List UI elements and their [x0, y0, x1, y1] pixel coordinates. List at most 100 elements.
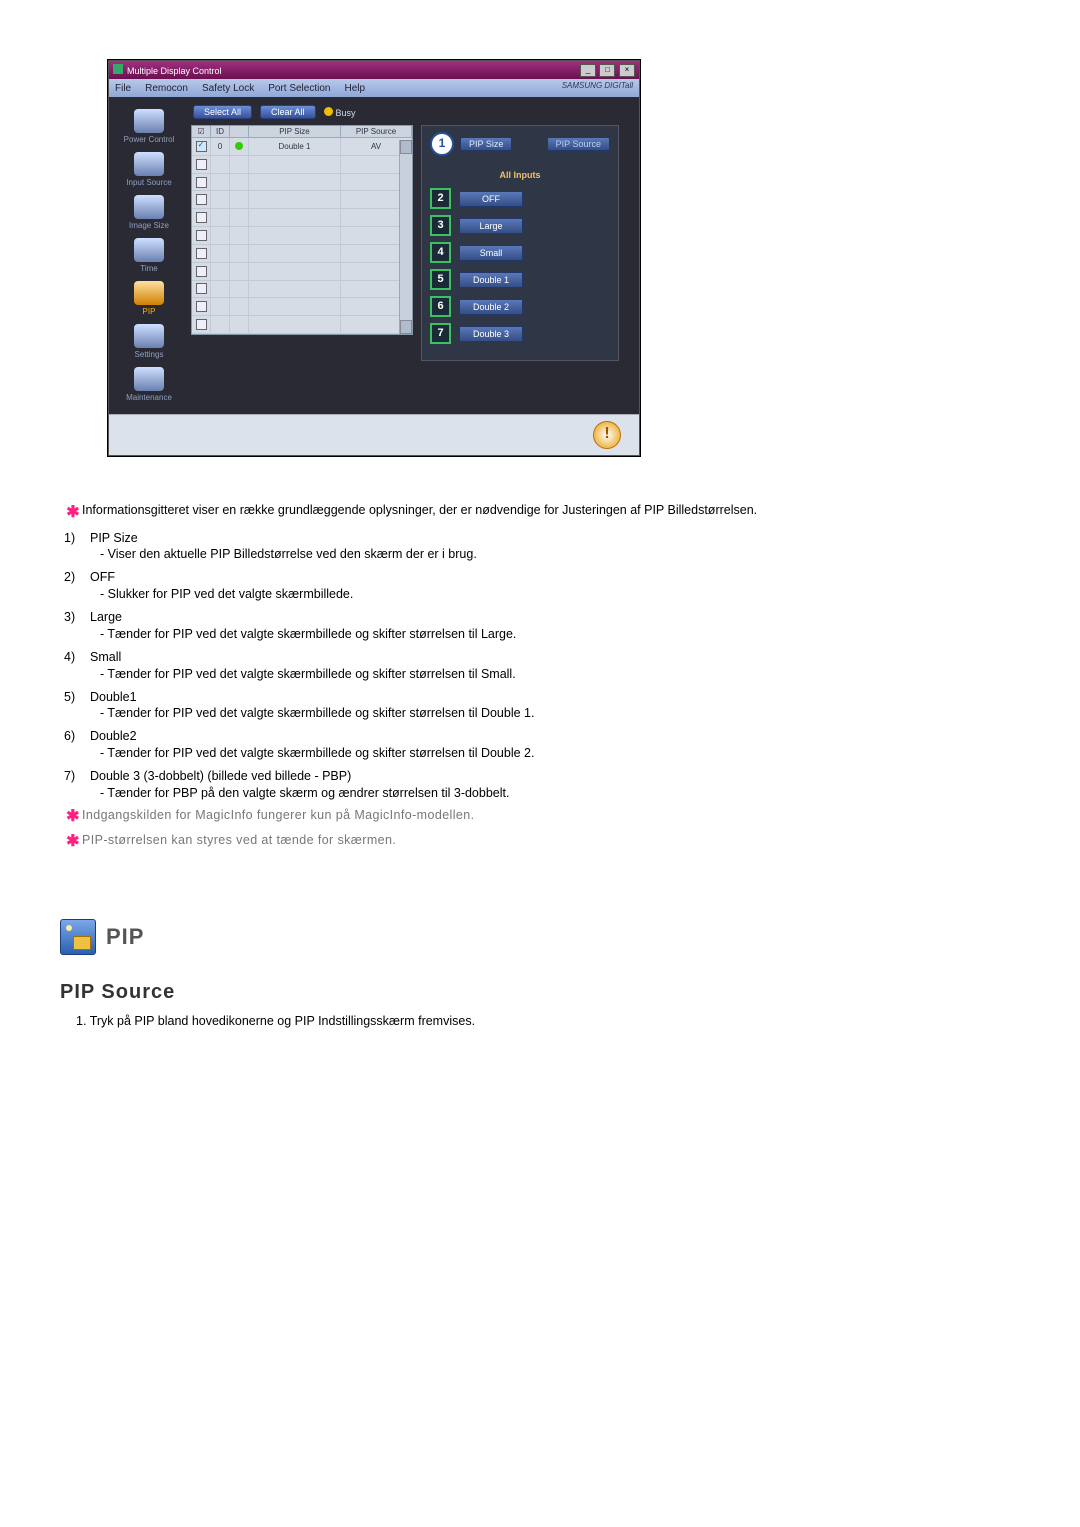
row-checkbox[interactable] [196, 266, 207, 277]
scroll-down-icon[interactable] [400, 320, 412, 334]
menu-file[interactable]: File [115, 83, 131, 94]
maximize-button[interactable]: □ [599, 64, 615, 77]
option-double3[interactable]: Double 3 [459, 326, 523, 342]
brand-label: SAMSUNG DIGITall [562, 81, 633, 90]
table-row[interactable]: 0 Double 1 AV [192, 138, 412, 156]
tab-pip-source[interactable]: PIP Source [547, 137, 610, 151]
item-title: PIP Size [90, 531, 138, 545]
callout-4: 4 [430, 242, 451, 263]
row-pip-size: Double 1 [249, 138, 341, 155]
sidebar-item-power-control[interactable]: Power Control [109, 107, 189, 150]
sidebar-item-time[interactable]: Time [109, 236, 189, 279]
busy-dot-icon [324, 107, 333, 116]
row-checkbox[interactable] [196, 194, 207, 205]
menu-safety-lock[interactable]: Safety Lock [202, 83, 254, 94]
item-title: Double 3 (3-dobbelt) (billede ved billed… [90, 769, 351, 783]
star-icon: ✱ [64, 831, 82, 853]
status-bar [109, 414, 639, 455]
item-desc: Tænder for PIP ved det valgte skærmbille… [100, 705, 1020, 722]
window-title: Multiple Display Control [127, 66, 222, 76]
star-icon: ✱ [64, 806, 82, 828]
pip-subtitle: PIP Source [60, 981, 1020, 1004]
info-grid: ☑ ID PIP Size PIP Source 0 Double 1 AV [191, 125, 413, 335]
menu-help[interactable]: Help [344, 83, 365, 94]
option-double1[interactable]: Double 1 [459, 272, 523, 288]
item-desc: Viser den aktuelle PIP Billedstørrelse v… [100, 546, 1020, 563]
table-row[interactable] [192, 156, 412, 174]
title-bar: Multiple Display Control _ □ × [109, 61, 639, 79]
tab-pip-size[interactable]: PIP Size [460, 137, 512, 151]
maintenance-icon [134, 367, 164, 391]
item-number: 2) [64, 569, 90, 586]
sidebar-item-label: Time [140, 264, 157, 273]
row-id: 0 [211, 138, 230, 155]
table-row[interactable] [192, 191, 412, 209]
row-checkbox[interactable] [196, 212, 207, 223]
close-button[interactable]: × [619, 64, 635, 77]
row-checkbox[interactable] [196, 319, 207, 330]
row-checkbox[interactable] [196, 301, 207, 312]
table-row[interactable] [192, 209, 412, 227]
main-pane: Select All Clear All Busy ☑ ID PIP Size … [189, 97, 639, 414]
row-checkbox[interactable] [196, 159, 207, 170]
table-row[interactable] [192, 298, 412, 316]
menu-remocon[interactable]: Remocon [145, 83, 188, 94]
sidebar: Power Control Input Source Image Size Ti… [109, 97, 189, 414]
menu-bar: File Remocon Safety Lock Port Selection … [109, 79, 639, 97]
sidebar-item-label: Maintenance [126, 393, 172, 402]
item-title: OFF [90, 570, 115, 584]
table-row[interactable] [192, 263, 412, 281]
row-checkbox[interactable] [196, 283, 207, 294]
option-large[interactable]: Large [459, 218, 523, 234]
item-number: 5) [64, 689, 90, 706]
table-row[interactable] [192, 174, 412, 192]
busy-label: Busy [336, 108, 356, 118]
power-icon [134, 109, 164, 133]
menu-port-selection[interactable]: Port Selection [268, 83, 330, 94]
grid-scrollbar[interactable] [399, 140, 412, 334]
minimize-button[interactable]: _ [580, 64, 596, 77]
table-row[interactable] [192, 227, 412, 245]
clear-all-button[interactable]: Clear All [260, 105, 316, 119]
sidebar-item-image-size[interactable]: Image Size [109, 193, 189, 236]
app-window: Multiple Display Control _ □ × File Remo… [108, 60, 640, 456]
description-section: ✱ Informationsgitteret viser en række gr… [64, 502, 1020, 853]
sidebar-item-input-source[interactable]: Input Source [109, 150, 189, 193]
star-icon: ✱ [64, 502, 82, 524]
col-check[interactable]: ☑ [192, 126, 211, 137]
item-desc: Tænder for PIP ved det valgte skærmbille… [100, 666, 1020, 683]
item-title: Double2 [90, 729, 137, 743]
item-title: Double1 [90, 690, 137, 704]
note-text: Indgangskilden for MagicInfo fungerer ku… [82, 808, 474, 822]
callout-1: 1 [430, 132, 454, 156]
sidebar-item-maintenance[interactable]: Maintenance [109, 365, 189, 408]
col-id: ID [211, 126, 230, 137]
scroll-up-icon[interactable] [400, 140, 412, 154]
step-number: 1. [76, 1014, 86, 1028]
option-small[interactable]: Small [459, 245, 523, 261]
table-row[interactable] [192, 245, 412, 263]
row-checkbox[interactable] [196, 230, 207, 241]
table-row[interactable] [192, 281, 412, 299]
all-inputs-label: All Inputs [430, 170, 610, 180]
row-checkbox[interactable] [196, 248, 207, 259]
select-all-button[interactable]: Select All [193, 105, 252, 119]
row-checkbox[interactable] [196, 177, 207, 188]
sidebar-item-pip[interactable]: PIP [109, 279, 189, 322]
sidebar-item-settings[interactable]: Settings [109, 322, 189, 365]
item-number: 6) [64, 728, 90, 745]
settings-icon [134, 324, 164, 348]
note-text: PIP-størrelsen kan styres ved at tænde f… [82, 833, 396, 847]
item-desc: Tænder for PIP ved det valgte skærmbille… [100, 745, 1020, 762]
option-off[interactable]: OFF [459, 191, 523, 207]
window-buttons: _ □ × [579, 64, 635, 77]
callout-7: 7 [430, 323, 451, 344]
callout-2: 2 [430, 188, 451, 209]
option-double2[interactable]: Double 2 [459, 299, 523, 315]
callout-3: 3 [430, 215, 451, 236]
row-checkbox[interactable] [196, 141, 207, 152]
table-row[interactable] [192, 316, 412, 334]
item-number: 7) [64, 768, 90, 785]
col-pip-source: PIP Source [341, 126, 412, 137]
sidebar-item-label: Input Source [126, 178, 171, 187]
